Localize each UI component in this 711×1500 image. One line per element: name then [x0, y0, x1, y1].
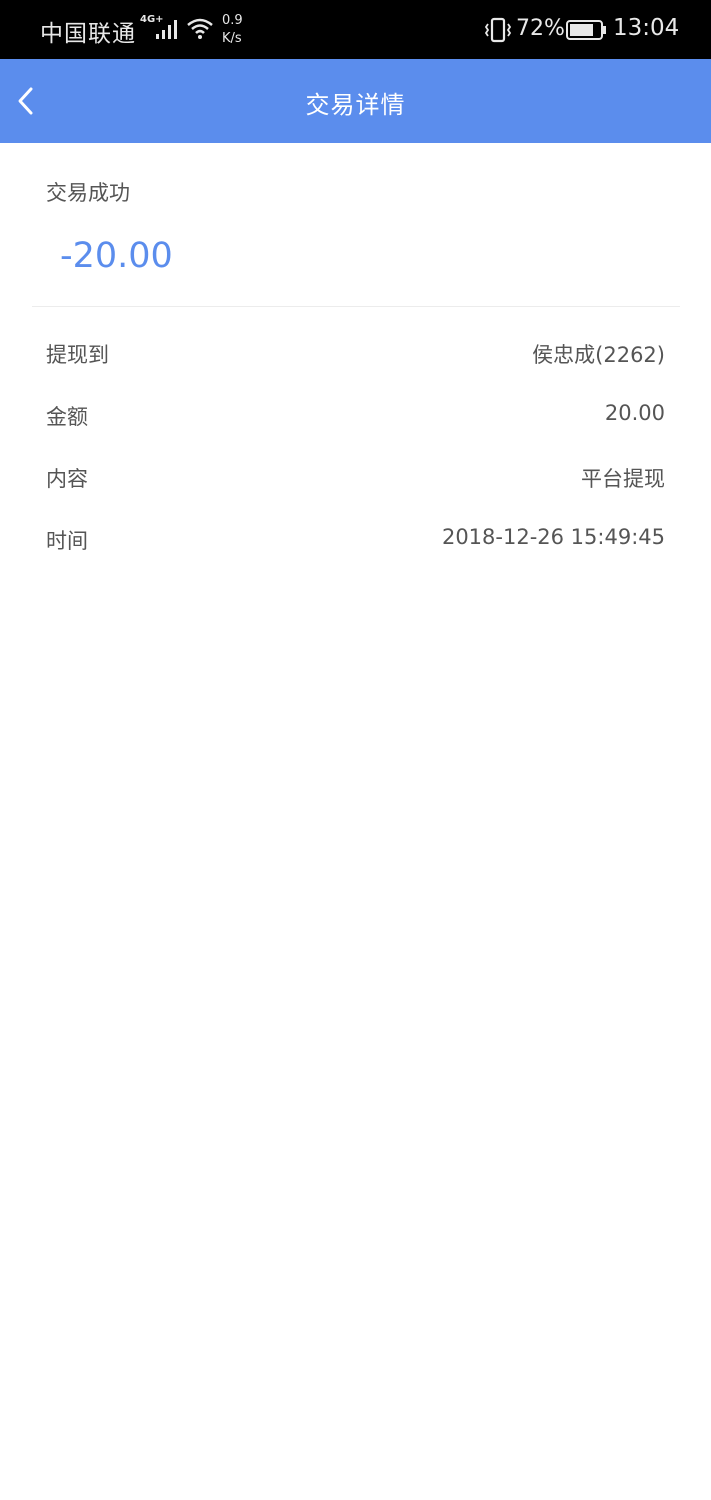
detail-value: 20.00 — [604, 401, 665, 425]
page-title: 交易详情 — [305, 91, 406, 119]
transaction-amount: -20.00 — [60, 236, 173, 276]
carrier-name: 中国联通 — [40, 21, 136, 47]
net-speed-unit: K/s — [222, 31, 242, 46]
transaction-status: 交易成功 — [46, 181, 130, 205]
detail-value: 侯忠成(2262) — [532, 343, 665, 367]
detail-label: 金额 — [46, 405, 88, 429]
detail-label: 时间 — [46, 529, 88, 553]
signal-icon — [155, 18, 181, 40]
status-bar: 中国联通 4G+ 0.9 K/s 72% 13:04 — [0, 0, 711, 59]
detail-row-time: 时间 2018-12-26 15:49:45 — [0, 509, 711, 571]
detail-label: 提现到 — [46, 343, 109, 367]
detail-row-withdraw-to: 提现到 侯忠成(2262) — [0, 323, 711, 385]
battery-icon — [566, 20, 608, 40]
detail-value: 平台提现 — [581, 467, 665, 491]
battery-percent: 72% — [516, 16, 565, 41]
wifi-icon — [186, 16, 214, 40]
net-speed-value: 0.9 — [222, 13, 243, 28]
net-speed: 0.9 K/s — [222, 12, 243, 48]
transaction-summary: 交易成功 -20.00 — [0, 143, 711, 307]
divider — [32, 306, 680, 307]
clock: 13:04 — [613, 15, 680, 41]
detail-value: 2018-12-26 15:49:45 — [441, 525, 665, 549]
detail-row-content: 内容 平台提现 — [0, 447, 711, 509]
title-bar: 交易详情 — [0, 59, 711, 143]
detail-row-amount: 金额 20.00 — [0, 385, 711, 447]
detail-list: 提现到 侯忠成(2262) 金额 20.00 内容 平台提现 时间 2018-1… — [0, 323, 711, 571]
detail-label: 内容 — [46, 467, 88, 491]
vibrate-icon — [483, 17, 513, 43]
